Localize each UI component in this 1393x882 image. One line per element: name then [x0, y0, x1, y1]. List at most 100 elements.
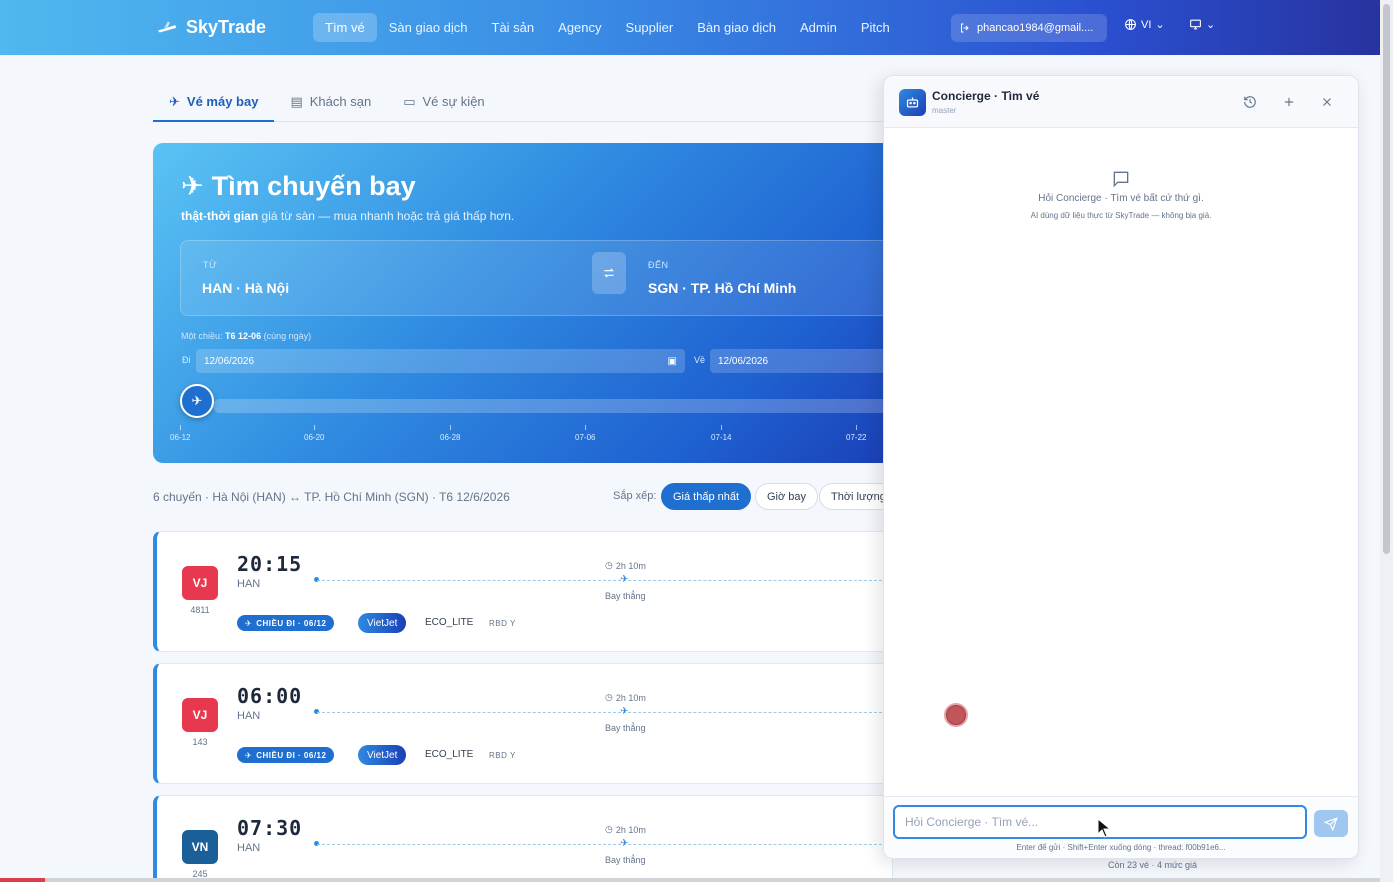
to-airport-field[interactable]: SGN · TP. Hồ Chí Minh: [648, 280, 796, 296]
plane-logo-icon: [157, 21, 177, 33]
fare-class: ECO_LITE: [425, 749, 474, 760]
plane-icon: ✈: [191, 393, 203, 408]
tab-events[interactable]: ▭ Vé sự kiện: [387, 82, 500, 122]
nav-admin[interactable]: Admin: [788, 13, 849, 42]
plane-icon: ✈: [620, 706, 629, 717]
date-tick: 07-14: [711, 425, 732, 442]
tab-hotels[interactable]: ▤ Khách sạn: [274, 82, 387, 122]
user-email: phancao1984@gmail....: [977, 22, 1094, 34]
tab-label: Khách sạn: [309, 94, 372, 109]
calendar-icon[interactable]: ▣: [668, 356, 677, 367]
hero-title: ✈ Tìm chuyến bay: [181, 171, 416, 201]
stops-label: Bay thẳng: [605, 723, 646, 733]
building-icon: ▤: [290, 94, 303, 109]
nav-san-giao-dich[interactable]: Sàn giao dịch: [377, 13, 480, 42]
display-mode-selector[interactable]: ⌄: [1189, 18, 1215, 31]
swap-route-button[interactable]: [592, 252, 626, 294]
scrollbar-thumb[interactable]: [1383, 4, 1390, 554]
concierge-panel: Concierge · Tìm vé master Hỏi Concierge …: [883, 75, 1359, 859]
concierge-header: Concierge · Tìm vé master: [884, 76, 1358, 128]
airline-badge: VietJet: [358, 745, 407, 765]
mouse-cursor-icon: [1097, 818, 1111, 838]
plus-icon: [1284, 97, 1294, 107]
user-account-button[interactable]: phancao1984@gmail....: [951, 14, 1107, 42]
hero-subtitle: thật-thời gian giá từ sàn — mua nhanh ho…: [181, 209, 515, 223]
clock-icon: ◷: [605, 824, 613, 834]
to-label: ĐẾN: [648, 260, 669, 270]
return-label: Về: [694, 355, 706, 365]
brand-logo[interactable]: SkyTrade: [156, 16, 266, 38]
close-panel-button[interactable]: [1317, 92, 1337, 112]
history-button[interactable]: [1240, 92, 1260, 112]
nav-tai-san[interactable]: Tài sản: [480, 13, 547, 42]
plane-icon: ✈: [245, 618, 253, 628]
airline-logo: VJ: [182, 566, 218, 600]
departure-airport: HAN: [237, 578, 261, 590]
flight-duration: ◷ 2h 10m: [605, 824, 646, 835]
stops-label: Bay thẳng: [605, 591, 646, 601]
return-date-input[interactable]: 12/06/2026: [710, 349, 898, 373]
route-line: [317, 844, 892, 845]
sort-time-button[interactable]: Giờ bay: [755, 483, 819, 510]
date-tick: 07-06: [575, 425, 596, 442]
ticket-icon: ▭: [403, 94, 416, 109]
nav-supplier[interactable]: Supplier: [614, 13, 686, 42]
date-tick: 06-20: [304, 425, 325, 442]
from-airport-field[interactable]: HAN · Hà Nội: [202, 280, 289, 296]
page-scrollbar[interactable]: [1380, 0, 1393, 882]
date-tick: 06-28: [440, 425, 461, 442]
stops-label: Bay thẳng: [605, 855, 646, 865]
nav-pitch[interactable]: Pitch: [849, 13, 902, 42]
language-selector[interactable]: VI ⌄: [1124, 18, 1165, 31]
departure-time: 20:15: [237, 552, 303, 576]
sort-cheapest-button[interactable]: Giá thấp nhất: [661, 483, 752, 510]
language-code: VI: [1141, 18, 1152, 31]
rbd-code: RBD Y: [489, 751, 516, 760]
trip-info: Một chiều: T6 12-06 (cùng ngày): [181, 331, 312, 341]
route-selector: [180, 240, 898, 316]
flight-number: 4811: [190, 605, 210, 615]
brand-name: SkyTrade: [186, 16, 267, 37]
fare-class: ECO_LITE: [425, 617, 474, 628]
globe-icon: [1125, 19, 1136, 30]
composer-hint: Enter để gửi · Shift+Enter xuống dòng · …: [1016, 843, 1226, 852]
direction-badge: ✈ CHIỀU ĐI · 06/12: [237, 747, 335, 763]
depart-date-input[interactable]: 12/06/2026 ▣: [196, 349, 685, 373]
flight-card[interactable]: VJ 4811 20:15 HAN ◷ 2h 10m ✈ Bay thẳng ✈ C…: [153, 531, 893, 652]
route-line: [317, 712, 892, 713]
plane-icon: ✈: [620, 574, 629, 585]
airline-logo: VN: [182, 830, 218, 864]
flight-number: 143: [192, 737, 208, 747]
date-range-slider[interactable]: [213, 399, 898, 413]
slider-handle[interactable]: ✈: [180, 384, 214, 418]
plane-icon: ✈: [620, 838, 629, 849]
route-line: [317, 580, 892, 581]
nav-agency[interactable]: Agency: [546, 13, 613, 42]
depart-label: Đi: [182, 355, 191, 365]
history-icon: [1244, 96, 1256, 108]
close-icon: [1323, 98, 1331, 106]
send-icon: [1324, 816, 1338, 831]
nav-tim-ve[interactable]: Tìm vé: [313, 13, 377, 42]
offers-note: Còn 23 vé · 4 mức giá: [1108, 860, 1198, 870]
record-indicator[interactable]: [944, 703, 968, 727]
clock-icon: ◷: [605, 692, 613, 702]
date-tick: 06-12: [170, 425, 191, 442]
new-chat-button[interactable]: [1279, 92, 1299, 112]
send-button[interactable]: [1314, 810, 1348, 837]
departure-time: 06:00: [237, 684, 303, 708]
flight-card[interactable]: VN 245 07:30 HAN ◷ 2h 10m ✈ Bay thẳng: [153, 795, 893, 882]
monitor-icon: [1190, 19, 1201, 30]
plane-icon: ✈: [181, 171, 204, 201]
date-tick: 07-22: [846, 425, 867, 442]
flight-card[interactable]: VJ 143 06:00 HAN ◷ 2h 10m ✈ Bay thẳng ✈ CH…: [153, 663, 893, 784]
chat-bubble-icon: [1113, 171, 1129, 188]
chevron-down-icon: ⌄: [1155, 19, 1165, 31]
progress-strip: [0, 878, 45, 882]
empty-state-subtitle: AI dùng dữ liệu thực từ SkyTrade — không…: [1030, 211, 1212, 220]
departure-airport: HAN: [237, 842, 261, 854]
tab-flights[interactable]: ✈ Vé máy bay: [153, 82, 275, 122]
nav-ban-giao-dich[interactable]: Bàn giao dịch: [685, 13, 788, 42]
logout-icon: [961, 23, 969, 33]
departure-airport: HAN: [237, 710, 261, 722]
